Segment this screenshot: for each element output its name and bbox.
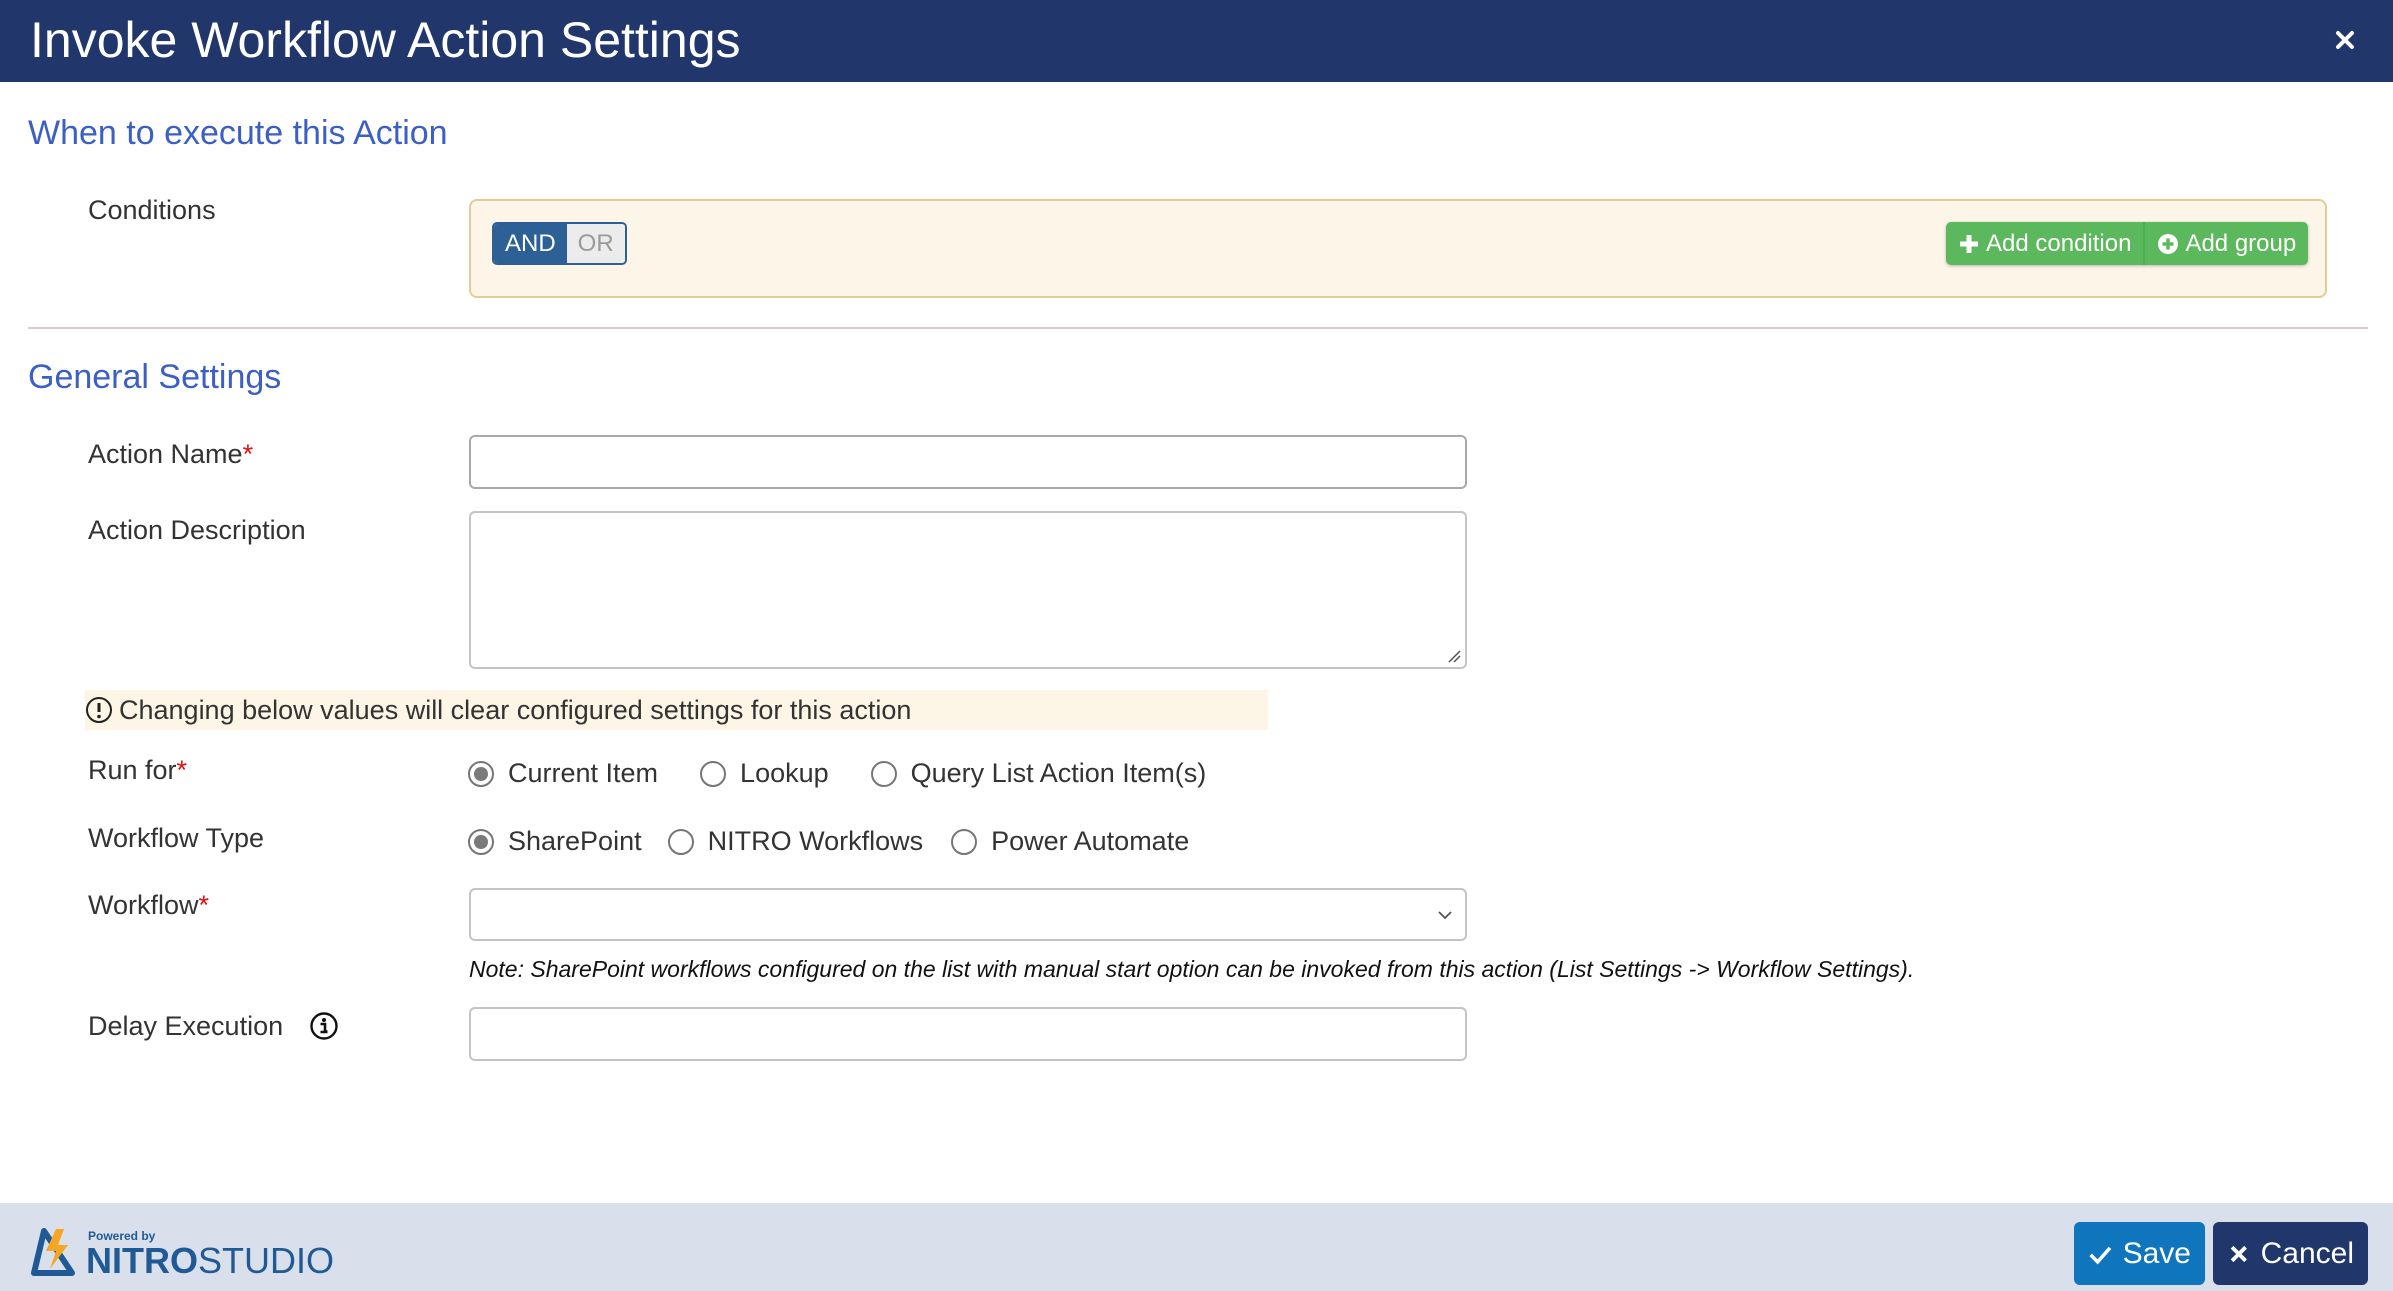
cancel-button[interactable]: Cancel — [2213, 1222, 2368, 1285]
warning-text: Changing below values will clear configu… — [119, 694, 912, 725]
radio-checked[interactable] — [468, 760, 494, 787]
logic-or-button[interactable]: OR — [566, 224, 625, 263]
action-name-input[interactable] — [469, 435, 1467, 489]
add-group-button[interactable]: Add group — [2143, 222, 2309, 265]
workflow-type-power-automate[interactable]: Power Automate — [951, 826, 1189, 857]
logic-toggle: AND OR — [492, 222, 627, 265]
close-button[interactable] — [2328, 20, 2362, 60]
general-settings-heading: General Settings — [28, 358, 282, 396]
checkmark-icon — [2089, 1246, 2112, 1264]
required-asterisk: * — [176, 755, 188, 785]
radio-unchecked[interactable] — [951, 828, 978, 855]
radio-unchecked[interactable] — [700, 760, 727, 787]
workflow-select[interactable] — [469, 888, 1467, 941]
run-for-current-item[interactable]: Current Item — [468, 758, 658, 789]
conditions-builder: AND OR Add condition Add group — [469, 199, 2327, 298]
dialog-title-bar: Invoke Workflow Action Settings — [0, 0, 2393, 82]
add-group-label: Add group — [2185, 229, 2297, 257]
close-icon — [2230, 1245, 2247, 1262]
exclamation-circle-icon — [86, 697, 112, 723]
add-condition-button[interactable]: Add condition — [1946, 222, 2144, 265]
conditions-label: Conditions — [88, 195, 216, 225]
run-for-label: Run for* — [88, 755, 188, 785]
plus-icon — [1960, 234, 1978, 253]
nitro-studio-logo: Powered by NITROSTUDIO — [30, 1225, 334, 1281]
workflow-type-nitro[interactable]: NITRO Workflows — [667, 826, 923, 857]
close-icon — [2336, 31, 2354, 49]
plus-circle-icon — [2158, 233, 2179, 254]
info-icon[interactable] — [309, 1011, 339, 1041]
run-for-radio-group: Current Item Lookup Query List Action It… — [468, 758, 1206, 789]
workflow-type-label: Workflow Type — [88, 823, 265, 853]
nitro-logo-icon — [31, 1228, 75, 1276]
action-description-textarea[interactable] — [469, 511, 1467, 669]
action-description-label: Action Description — [88, 515, 306, 545]
save-button[interactable]: Save — [2074, 1222, 2205, 1285]
run-for-query-list[interactable]: Query List Action Item(s) — [870, 758, 1206, 789]
action-name-label: Action Name* — [88, 439, 254, 469]
save-label: Save — [2122, 1236, 2191, 1270]
run-for-lookup[interactable]: Lookup — [700, 758, 829, 789]
workflow-label: Workflow* — [88, 890, 210, 920]
warning-banner: Changing below values will clear configu… — [85, 690, 1268, 730]
delay-execution-input[interactable] — [469, 1007, 1467, 1061]
delay-execution-label: Delay Execution — [88, 1011, 284, 1041]
workflow-note: Note: SharePoint workflows configured on… — [469, 956, 1915, 982]
resize-handle-icon[interactable] — [1447, 649, 1461, 663]
brand-name: NITROSTUDIO — [86, 1240, 335, 1281]
chevron-down-icon — [1438, 911, 1452, 920]
dialog-title: Invoke Workflow Action Settings — [30, 12, 741, 68]
dialog-footer: Powered by NITROSTUDIO Save Cancel — [0, 1203, 2393, 1291]
logic-and-button[interactable]: AND — [494, 224, 567, 263]
workflow-type-sharepoint[interactable]: SharePoint — [468, 826, 642, 857]
required-asterisk: * — [198, 890, 210, 920]
section-divider — [28, 327, 2368, 329]
radio-unchecked[interactable] — [870, 760, 897, 787]
condition-button-group: Add condition Add group — [1946, 222, 2309, 265]
radio-checked[interactable] — [468, 828, 494, 855]
add-condition-label: Add condition — [1986, 229, 2132, 257]
workflow-type-radio-group: SharePoint NITRO Workflows Power Automat… — [468, 826, 1189, 857]
cancel-label: Cancel — [2260, 1236, 2354, 1270]
when-to-execute-heading: When to execute this Action — [28, 114, 448, 152]
required-asterisk: * — [242, 439, 254, 469]
radio-unchecked[interactable] — [667, 828, 694, 855]
